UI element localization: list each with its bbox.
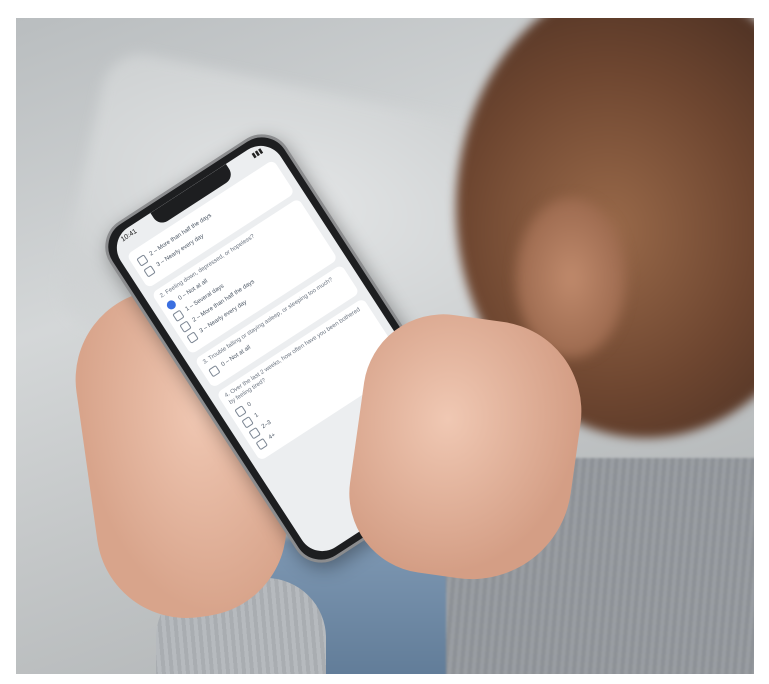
answer-label: 1	[253, 412, 260, 419]
checkbox-icon[interactable]	[241, 415, 254, 429]
checkbox-icon[interactable]	[179, 320, 192, 334]
checkbox-icon[interactable]	[136, 254, 149, 267]
answer-label: 4+	[267, 431, 277, 441]
status-icons: ▮▮▮	[250, 147, 265, 160]
answer-label: 2–3	[260, 419, 273, 430]
checkbox-icon[interactable]	[172, 309, 185, 323]
checkbox-icon[interactable]	[186, 331, 199, 344]
checkbox-icon[interactable]	[248, 426, 261, 440]
status-time: 10:41	[119, 228, 139, 244]
checkbox-icon[interactable]	[234, 404, 247, 418]
answer-label: 0	[246, 401, 253, 409]
checkbox-icon[interactable]	[143, 265, 156, 278]
checkbox-icon[interactable]	[255, 437, 268, 451]
radio-selected-icon[interactable]	[165, 298, 178, 312]
photo-frame: 10:41 ▮▮▮ 2 – More than half the days 3 –…	[16, 18, 754, 674]
checkbox-icon[interactable]	[208, 365, 221, 378]
